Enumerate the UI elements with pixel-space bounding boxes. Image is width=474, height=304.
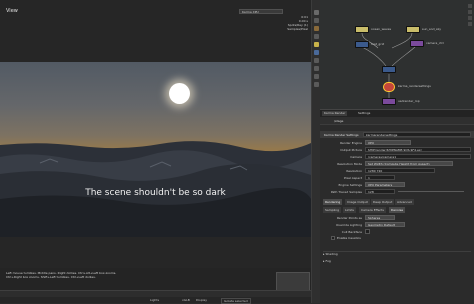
camera-icon[interactable] (314, 34, 319, 39)
param-label: Render Engine (340, 141, 362, 145)
tab-camera-effects[interactable]: Camera Effects (359, 207, 387, 213)
param-label: Camera (350, 155, 362, 159)
node-label: mat_grid (371, 42, 385, 46)
tab-denoise[interactable]: Denoise (389, 207, 407, 213)
divider (323, 251, 471, 252)
node-type: Karma Render Settings (324, 133, 359, 137)
settings-tabs-2: Sampling Limits Camera Effects Denoise (323, 207, 471, 213)
samples-slider[interactable] (398, 191, 464, 192)
param-label: Cull Backface (341, 230, 362, 234)
parameter-tab-bar: Karma Render Settings (320, 110, 474, 117)
resolution-mode-select[interactable]: Set Width (Compute Height from Aspect) (365, 161, 453, 166)
section-label: Shading (325, 252, 338, 256)
overlay-icon[interactable] (314, 82, 319, 87)
param-label: Resolution (346, 169, 362, 173)
network-tool-icon[interactable] (468, 10, 472, 14)
param-label: Render Points as (336, 216, 362, 220)
tab-sampling[interactable]: Sampling (323, 207, 343, 213)
network-tool-icon[interactable] (468, 4, 472, 8)
network-editor[interactable]: ocean_waves sun_and_sky mat_grid camera_… (320, 0, 474, 110)
shading-icon[interactable] (314, 50, 319, 55)
settings-tabs-1: Rendering Image Output Deep Output Advan… (323, 199, 471, 205)
tab-rendering[interactable]: Rendering (323, 199, 344, 205)
node-mat-grid[interactable] (355, 41, 369, 48)
section-label: Fog (325, 259, 331, 263)
node-ocean-waves[interactable] (355, 26, 369, 33)
node-label: ocean_waves (371, 27, 392, 31)
node-label: usdrender_rop (398, 99, 420, 103)
enable-caustics-checkbox[interactable] (331, 236, 335, 240)
node-label: camera_ctrl (426, 41, 444, 45)
node-label: sun_and_sky (422, 27, 441, 31)
render-stat: Samples/Pixel (287, 27, 308, 31)
path-text: /stage (334, 119, 344, 123)
grid-icon[interactable] (314, 58, 319, 63)
network-tool-icon[interactable] (468, 16, 472, 20)
network-wires (361, 32, 417, 98)
viewer-footer: Lights xGLB Display Isolate selected (0, 297, 311, 304)
render-engine-select[interactable]: XPU (365, 140, 411, 145)
timeline-thumbnail[interactable] (276, 272, 310, 291)
param-label: Override Lighting (335, 223, 362, 227)
render-image[interactable]: The scene shouldn't be so dark (0, 62, 311, 237)
node-usdrender-rop[interactable] (382, 98, 396, 105)
viewer-hint-text: Left mouse tumbles. Middle pans. Right d… (6, 271, 246, 279)
param-label: Engine Settings (338, 183, 362, 187)
home-icon[interactable] (314, 10, 319, 15)
render-caption: The scene shouldn't be so dark (85, 188, 226, 198)
samples-field[interactable]: 128 (365, 189, 395, 194)
override-lighting-select[interactable]: Geometry Default (365, 222, 405, 227)
node-sun-and-sky[interactable] (406, 26, 420, 33)
tab-settings[interactable]: Settings (356, 111, 372, 116)
tab-advanced[interactable]: Advanced (395, 199, 415, 205)
render-points-select[interactable]: Spheres (365, 215, 395, 220)
node-header: Karma Render Settings karmarendersetting… (320, 131, 474, 138)
node-name-field[interactable]: karmarendersettings (363, 132, 471, 137)
footer-lights[interactable]: Lights (150, 298, 159, 302)
viewer-title: View (6, 8, 18, 14)
render-stats: 0:01 0.00 s Spots/Ray (1) Samples/Pixel (256, 15, 308, 31)
node-camera-ctrl[interactable] (410, 40, 424, 47)
engine-settings-select[interactable]: XPU Parameters (365, 182, 405, 187)
sun-disc (169, 83, 190, 104)
footer-xglb[interactable]: xGLB (182, 298, 190, 302)
resolution-field[interactable]: 1280 720 (365, 168, 435, 173)
renderer-badge[interactable]: Karma XPU (239, 9, 283, 14)
node-merge[interactable] (382, 66, 396, 73)
light-icon[interactable] (314, 26, 319, 31)
node-karma-rendersettings[interactable] (383, 82, 395, 92)
tab-deep-output[interactable]: Deep Output (371, 199, 396, 205)
section-fog[interactable]: ▸ Fog (323, 259, 331, 263)
cull-backface-checkbox[interactable] (365, 229, 370, 234)
tab-karma-render[interactable]: Karma Render (322, 111, 348, 116)
enable-caustics-label: Enable Caustics (337, 236, 361, 240)
output-picture-field[interactable]: $HIP/render/$HIPNAME.$OS.$F4.exr (365, 147, 471, 152)
snap-icon[interactable] (314, 18, 319, 23)
network-tool-icon[interactable] (468, 22, 472, 26)
section-shading[interactable]: ▸ Shading (323, 252, 338, 256)
path-bar[interactable]: /stage (320, 117, 474, 125)
guide-icon[interactable] (314, 74, 319, 79)
param-label: Pixel Aspect (343, 176, 362, 180)
footer-isolate[interactable]: Isolate selected (221, 298, 251, 304)
tab-image-output[interactable]: Image Output (345, 199, 371, 205)
param-label: Resolution Mode (337, 162, 362, 166)
pixel-aspect-field[interactable]: 1 (365, 175, 395, 180)
hint-line: Ctrl+Right box zooms. Shift+Left tumbles… (6, 275, 96, 279)
param-label: Path Traced Samples (330, 190, 362, 194)
viewer-toolbar (311, 0, 320, 303)
camera-field[interactable]: /cameras/camera1 (365, 154, 471, 159)
tab-limits[interactable]: Limits (343, 207, 357, 213)
node-label: karma_rendersettings (398, 84, 431, 88)
bg-icon[interactable] (314, 66, 319, 71)
display-icon[interactable] (314, 42, 319, 47)
footer-display[interactable]: Display (196, 298, 207, 302)
param-label: Output Picture (340, 148, 362, 152)
